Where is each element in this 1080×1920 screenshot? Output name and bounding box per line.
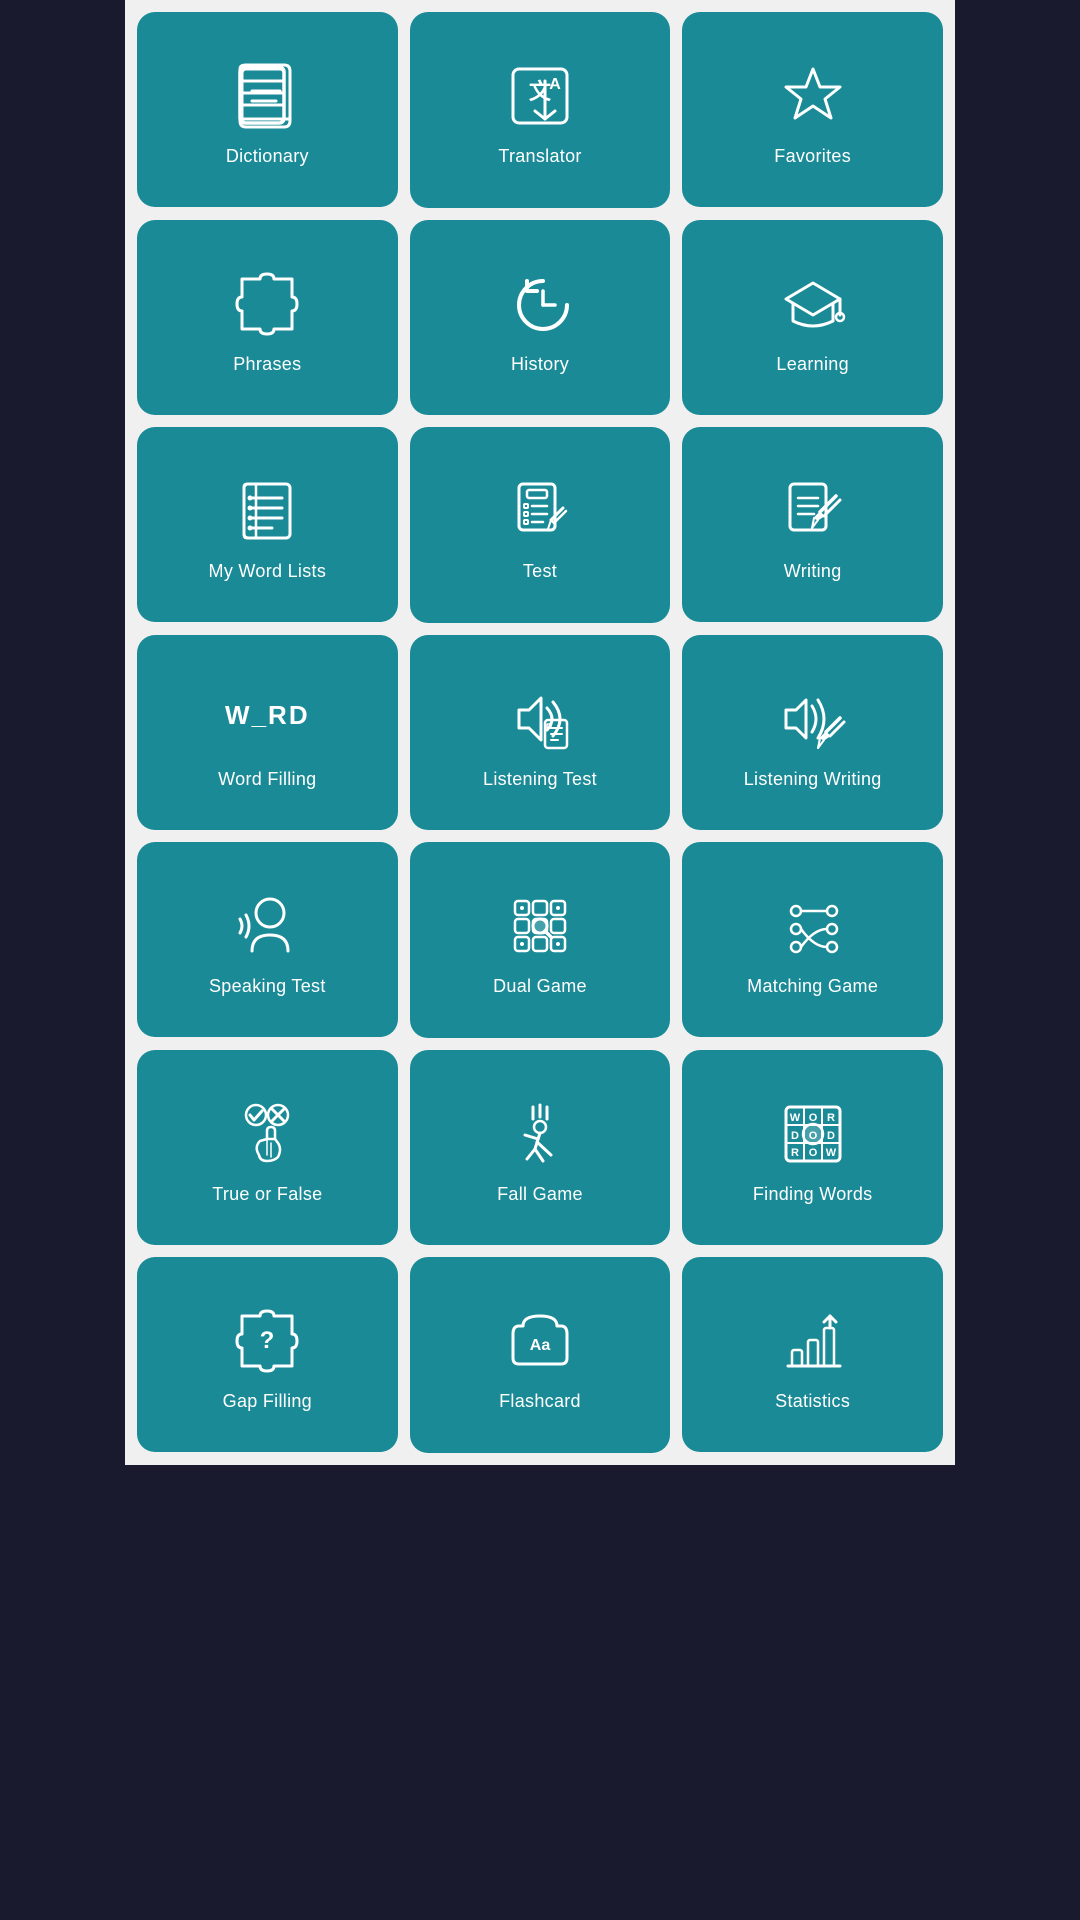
trueorfalse-icon (227, 1094, 307, 1174)
tile-favorites[interactable]: Favorites (682, 12, 943, 207)
menu-grid: Dictionary 文 A Translator Fa (137, 12, 943, 1453)
tile-speaking-test[interactable]: Speaking Test (137, 842, 398, 1037)
favorites-icon (773, 56, 853, 136)
tile-finding-words[interactable]: W O R D O D R O W Finding Words (682, 1050, 943, 1245)
tile-flashcard[interactable]: Aa Flashcard (410, 1257, 671, 1453)
wordfilling-label: Word Filling (218, 769, 316, 790)
learning-label: Learning (776, 354, 848, 375)
gapfilling-icon: ? (227, 1301, 307, 1381)
listeningwriting-icon (773, 679, 853, 759)
tile-dual-game[interactable]: Dual Game (410, 842, 671, 1038)
gapfilling-label: Gap Filling (223, 1391, 312, 1412)
phrases-icon (227, 264, 307, 344)
tile-my-word-lists[interactable]: My Word Lists (137, 427, 398, 622)
svg-text:O: O (808, 1147, 817, 1159)
dictionary-icon (227, 56, 307, 136)
writing-icon (773, 471, 853, 551)
tile-translator[interactable]: 文 A Translator (410, 12, 671, 208)
wordlists-label: My Word Lists (209, 561, 327, 582)
listeningwriting-label: Listening Writing (744, 769, 882, 790)
fallgame-icon (500, 1094, 580, 1174)
matchinggame-icon (773, 886, 853, 966)
phrases-label: Phrases (233, 354, 301, 375)
tile-writing[interactable]: Writing (682, 427, 943, 622)
svg-text:O: O (808, 1112, 817, 1124)
tile-listening-test[interactable]: Listening Test (410, 635, 671, 831)
wordlists-icon (227, 471, 307, 551)
learning-icon (773, 264, 853, 344)
test-label: Test (523, 561, 557, 582)
fallgame-label: Fall Game (497, 1184, 583, 1205)
dictionary-label: Dictionary (226, 146, 309, 167)
svg-text:R: R (791, 1147, 799, 1159)
svg-text:Aa: Aa (530, 1337, 551, 1354)
statistics-label: Statistics (775, 1391, 850, 1412)
speakingtest-icon (227, 886, 307, 966)
test-icon (500, 471, 580, 551)
svg-text:W: W (789, 1112, 800, 1124)
statistics-icon (773, 1301, 853, 1381)
speakingtest-label: Speaking Test (209, 976, 326, 997)
svg-text:D: D (827, 1130, 835, 1142)
findingwords-label: Finding Words (753, 1184, 873, 1205)
tile-fall-game[interactable]: Fall Game (410, 1050, 671, 1246)
tile-gap-filling[interactable]: ? Gap Filling (137, 1257, 398, 1452)
translator-label: Translator (498, 146, 581, 167)
svg-text:A: A (549, 76, 561, 93)
svg-text:R: R (827, 1112, 835, 1124)
wordfilling-icon: W_RD (227, 679, 307, 759)
word-fill-text: W_RD (225, 700, 310, 731)
trueorfalse-label: True or False (212, 1184, 322, 1205)
flashcard-icon: Aa (500, 1301, 580, 1381)
listeningtest-label: Listening Test (483, 769, 597, 790)
tile-statistics[interactable]: Statistics (682, 1257, 943, 1452)
translator-icon: 文 A (500, 56, 580, 136)
tile-matching-game[interactable]: Matching Game (682, 842, 943, 1037)
tile-test[interactable]: Test (410, 427, 671, 623)
tile-learning[interactable]: Learning (682, 220, 943, 415)
history-icon (500, 264, 580, 344)
dualgame-icon (500, 886, 580, 966)
tile-dictionary[interactable]: Dictionary (137, 12, 398, 207)
flashcard-label: Flashcard (499, 1391, 581, 1412)
tile-history[interactable]: History (410, 220, 671, 416)
history-label: History (511, 354, 569, 375)
listeningtest-icon (500, 679, 580, 759)
findingwords-icon: W O R D O D R O W (773, 1094, 853, 1174)
app-container: Dictionary 文 A Translator Fa (125, 0, 955, 1465)
tile-true-or-false[interactable]: True or False (137, 1050, 398, 1245)
writing-label: Writing (784, 561, 842, 582)
tile-listening-writing[interactable]: Listening Writing (682, 635, 943, 830)
svg-text:?: ? (260, 1327, 275, 1354)
svg-text:W: W (825, 1147, 836, 1159)
svg-text:D: D (791, 1130, 799, 1142)
dualgame-label: Dual Game (493, 976, 587, 997)
tile-phrases[interactable]: Phrases (137, 220, 398, 415)
tile-word-filling[interactable]: W_RD Word Filling (137, 635, 398, 830)
matchinggame-label: Matching Game (747, 976, 878, 997)
favorites-label: Favorites (774, 146, 851, 167)
